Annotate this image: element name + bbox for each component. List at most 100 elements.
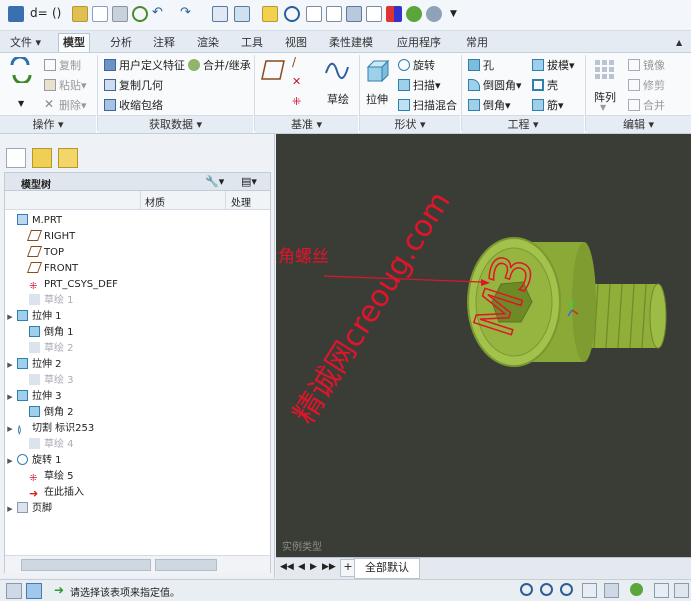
revolve-button[interactable]: 旋转 — [398, 57, 435, 73]
shrinkwrap-button[interactable]: 收缩包络 — [104, 97, 163, 113]
tree-row-right[interactable]: RIGHT — [17, 229, 75, 245]
trim-button[interactable]: 修剪 — [628, 77, 665, 93]
tree-row-extrude3[interactable]: ▶ 拉伸 3 — [5, 389, 62, 405]
swept-blend-button[interactable]: 扫描混合 — [398, 97, 457, 113]
tree-row-csys[interactable]: ⁜ PRT_CSYS_DEF — [17, 277, 118, 293]
expand-icon[interactable]: ▶ — [5, 453, 15, 469]
sweep-button[interactable]: 扫描 ▾ — [398, 77, 441, 93]
tree-columns-icon[interactable]: ▤▾ — [241, 175, 257, 188]
copy-button[interactable]: 复制 — [44, 57, 81, 73]
tree-row-sketch4[interactable]: 草绘 4 — [17, 437, 74, 453]
tree-horizontal-scrollbar[interactable] — [5, 555, 270, 573]
sketch-big-icon[interactable] — [324, 57, 350, 83]
extrude-button[interactable]: 拉伸 — [366, 91, 388, 107]
zoom-icon[interactable] — [284, 6, 300, 22]
status-toggle-icon[interactable] — [26, 583, 42, 599]
status-more-icon[interactable] — [674, 583, 689, 598]
pattern-dropdown-icon[interactable]: ▼ — [600, 103, 606, 112]
layer-icon[interactable] — [346, 6, 362, 22]
tree-row-sketch3[interactable]: 草绘 3 — [17, 373, 74, 389]
tab-analysis[interactable]: 分析 — [106, 34, 136, 52]
tree-row-footer[interactable]: ▶ 页脚 — [5, 501, 52, 517]
regenerate-dropdown-icon[interactable]: ▼ — [18, 99, 24, 108]
regenerate-icon[interactable] — [132, 6, 148, 22]
nav-first-icon[interactable]: ◀◀ — [280, 562, 294, 572]
ribbon-collapse-icon[interactable]: ▲ — [672, 34, 686, 52]
render-icon[interactable] — [366, 6, 382, 22]
copy-geometry-button[interactable]: 复制几何 — [104, 77, 163, 93]
open-icon[interactable] — [72, 6, 88, 22]
tree-row-revolve1[interactable]: ▶ 旋转 1 — [5, 453, 62, 469]
expand-icon[interactable]: ▶ — [5, 389, 15, 405]
tree-row-sketch5[interactable]: ⁜ 草绘 5 — [17, 469, 74, 485]
sketch-button[interactable]: 草绘 — [327, 91, 349, 107]
tab-flexible[interactable]: 柔性建模 — [325, 34, 377, 52]
col-handle[interactable]: 处理 — [231, 194, 251, 209]
nav-prev-icon[interactable]: ◀ — [298, 562, 305, 572]
tab-apps[interactable]: 应用程序 — [393, 34, 445, 52]
close-window-icon[interactable] — [234, 6, 250, 22]
tab-file[interactable]: 文件 ▾ — [6, 34, 45, 52]
undo-icon[interactable]: ↶ — [152, 6, 168, 22]
window-icon[interactable] — [212, 6, 228, 22]
tab-render[interactable]: 渲染 — [193, 34, 223, 52]
nav-next-icon[interactable]: ▶ — [310, 562, 317, 572]
chamfer-button[interactable]: 倒角 ▾ — [468, 97, 511, 113]
status-zoomout-icon[interactable] — [560, 583, 573, 596]
expand-icon[interactable]: ▶ — [5, 421, 15, 437]
flag-icon[interactable] — [386, 6, 402, 22]
tree-row-sketch1[interactable]: 草绘 1 — [17, 293, 74, 309]
tree-row-extrude1[interactable]: ▶ 拉伸 1 — [5, 309, 62, 325]
status-filter-icon[interactable] — [582, 583, 597, 598]
settings-icon[interactable] — [426, 6, 442, 22]
model-tree-tab-icon[interactable] — [6, 148, 26, 168]
tab-all-default[interactable]: 全部默认 — [354, 558, 420, 579]
merge-button[interactable]: 合并 — [628, 97, 665, 113]
print-icon[interactable] — [112, 6, 128, 22]
relations-icon[interactable]: () — [52, 6, 68, 22]
paste-button[interactable]: 粘贴 ▾ — [44, 77, 87, 93]
hole-button[interactable]: 孔 — [468, 57, 494, 73]
qat-more-icon[interactable]: ▼ — [450, 6, 466, 22]
new-icon[interactable] — [92, 6, 108, 22]
sphere-icon[interactable] — [406, 6, 422, 22]
folder-icon[interactable] — [262, 6, 278, 22]
tree-row-sketch2[interactable]: 草绘 2 — [17, 341, 74, 357]
point-icon[interactable]: ✕ — [292, 75, 301, 88]
status-sphere-icon[interactable] — [630, 583, 643, 596]
favorites-tab-icon[interactable] — [58, 148, 78, 168]
expand-icon[interactable]: ▶ — [5, 501, 15, 517]
redo-icon[interactable]: ↷ — [180, 6, 196, 22]
mirror-button[interactable]: 镜像 — [628, 57, 665, 73]
plane-icon[interactable] — [260, 59, 286, 81]
tree-row-insert-here[interactable]: ➜ 在此插入 — [17, 485, 84, 501]
expand-icon[interactable]: ▶ — [5, 309, 15, 325]
tab-model[interactable]: 模型 — [58, 33, 90, 52]
csys-icon[interactable]: ⁜ — [292, 95, 301, 108]
draft-button[interactable]: 拔模 ▾ — [532, 57, 575, 73]
tree-settings-icon[interactable]: 🔧▾ — [205, 175, 224, 188]
status-zoom-icon[interactable] — [520, 583, 533, 596]
expand-icon[interactable]: ▶ — [5, 357, 15, 373]
udf-button[interactable]: 用户定义特征 — [104, 57, 185, 73]
tab-annotate[interactable]: 注释 — [149, 34, 179, 52]
axis-icon[interactable]: / — [292, 55, 296, 69]
group-edit[interactable]: 编辑 ▾ — [586, 115, 691, 133]
group-datum[interactable]: 基准 ▾ — [255, 115, 358, 133]
extrude-big-icon[interactable] — [364, 57, 392, 83]
app-icon[interactable] — [8, 6, 24, 22]
tab-tools[interactable]: 工具 — [237, 34, 267, 52]
tree-row-extrude2[interactable]: ▶ 拉伸 2 — [5, 357, 62, 373]
model-tree[interactable]: 材质 处理 M.PRT RIGHT TOP FRONT ⁜ PRT_CSYS_DE… — [4, 190, 271, 573]
page2-icon[interactable] — [326, 6, 342, 22]
folder-browser-tab-icon[interactable] — [32, 148, 52, 168]
tree-row-chamfer2[interactable]: 倒角 2 — [17, 405, 74, 421]
tree-row-chamfer1[interactable]: 倒角 1 — [17, 325, 74, 341]
status-zoomin-icon[interactable] — [540, 583, 553, 596]
shell-button[interactable]: 壳 — [532, 77, 558, 93]
group-shapes[interactable]: 形状 ▾ — [360, 115, 460, 133]
tree-row-part[interactable]: M.PRT — [5, 213, 62, 229]
tree-row-cut[interactable]: ▶ ≬ 切割 标识253 — [5, 421, 94, 437]
regenerate-big-icon[interactable] — [8, 55, 34, 85]
page-icon[interactable] — [306, 6, 322, 22]
